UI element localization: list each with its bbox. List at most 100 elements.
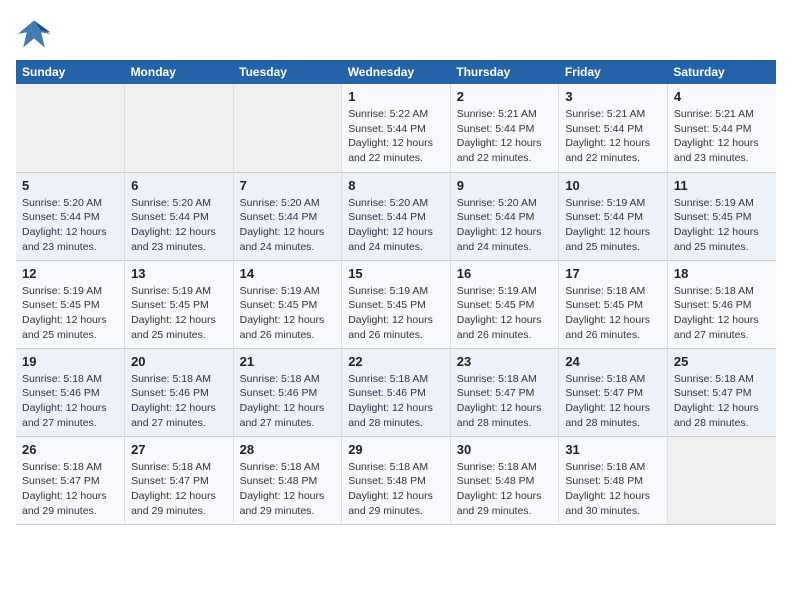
day-number: 27 [131,442,227,457]
calendar-cell: 24 Sunrise: 5:18 AMSunset: 5:47 PMDayligh… [559,348,668,436]
calendar-table: SundayMondayTuesdayWednesdayThursdayFrid… [16,60,776,525]
day-info: Sunrise: 5:18 AMSunset: 5:46 PMDaylight:… [674,284,770,343]
day-number: 13 [131,266,227,281]
day-info: Sunrise: 5:18 AMSunset: 5:48 PMDaylight:… [348,460,444,519]
day-info: Sunrise: 5:18 AMSunset: 5:46 PMDaylight:… [22,372,118,431]
calendar-header: SundayMondayTuesdayWednesdayThursdayFrid… [16,60,776,84]
day-number: 15 [348,266,444,281]
day-number: 16 [457,266,553,281]
weekday-header: Tuesday [233,60,342,84]
day-info: Sunrise: 5:19 AMSunset: 5:45 PMDaylight:… [457,284,553,343]
weekday-header: Wednesday [342,60,451,84]
calendar-week-row: 26 Sunrise: 5:18 AMSunset: 5:47 PMDayligh… [16,436,776,524]
calendar-cell [667,436,776,524]
day-number: 3 [565,89,661,104]
calendar-cell: 19 Sunrise: 5:18 AMSunset: 5:46 PMDayligh… [16,348,125,436]
day-info: Sunrise: 5:22 AMSunset: 5:44 PMDaylight:… [348,107,444,166]
calendar-cell: 9 Sunrise: 5:20 AMSunset: 5:44 PMDaylight… [450,172,559,260]
day-number: 14 [240,266,336,281]
calendar-cell: 26 Sunrise: 5:18 AMSunset: 5:47 PMDayligh… [16,436,125,524]
day-number: 8 [348,178,444,193]
day-number: 18 [674,266,770,281]
calendar-cell: 20Sunrise: 5:18 AMSunset: 5:46 PMDayligh… [125,348,234,436]
day-info: Sunrise: 5:19 AMSunset: 5:45 PMDaylight:… [240,284,336,343]
weekday-header: Thursday [450,60,559,84]
day-number: 29 [348,442,444,457]
logo [16,16,56,52]
calendar-cell: 25Sunrise: 5:18 AMSunset: 5:47 PMDayligh… [667,348,776,436]
day-info: Sunrise: 5:18 AMSunset: 5:47 PMDaylight:… [457,372,553,431]
day-number: 17 [565,266,661,281]
calendar-cell: 17 Sunrise: 5:18 AMSunset: 5:45 PMDayligh… [559,260,668,348]
calendar-cell: 2 Sunrise: 5:21 AMSunset: 5:44 PMDaylight… [450,84,559,172]
day-info: Sunrise: 5:19 AMSunset: 5:45 PMDaylight:… [348,284,444,343]
day-number: 7 [240,178,336,193]
day-number: 24 [565,354,661,369]
calendar-cell: 6Sunrise: 5:20 AMSunset: 5:44 PMDaylight… [125,172,234,260]
day-info: Sunrise: 5:18 AMSunset: 5:48 PMDaylight:… [240,460,336,519]
calendar-cell: 27 Sunrise: 5:18 AMSunset: 5:47 PMDayligh… [125,436,234,524]
day-number: 26 [22,442,118,457]
calendar-cell: 29 Sunrise: 5:18 AMSunset: 5:48 PMDayligh… [342,436,451,524]
calendar-cell: 13 Sunrise: 5:19 AMSunset: 5:45 PMDayligh… [125,260,234,348]
calendar-week-row: 1 Sunrise: 5:22 AMSunset: 5:44 PMDaylight… [16,84,776,172]
calendar-cell: 18 Sunrise: 5:18 AMSunset: 5:46 PMDayligh… [667,260,776,348]
calendar-cell: 1 Sunrise: 5:22 AMSunset: 5:44 PMDaylight… [342,84,451,172]
logo-icon [16,16,52,52]
day-number: 28 [240,442,336,457]
day-number: 11 [674,178,770,193]
day-number: 30 [457,442,553,457]
calendar-cell: 10 Sunrise: 5:19 AMSunset: 5:44 PMDayligh… [559,172,668,260]
calendar-cell: 8 Sunrise: 5:20 AMSunset: 5:44 PMDaylight… [342,172,451,260]
weekday-header: Monday [125,60,234,84]
day-info: Sunrise: 5:20 AMSunset: 5:44 PMDaylight:… [240,196,336,255]
calendar-cell [16,84,125,172]
calendar-cell: 15 Sunrise: 5:19 AMSunset: 5:45 PMDayligh… [342,260,451,348]
day-info: Sunrise: 5:21 AMSunset: 5:44 PMDaylight:… [565,107,661,166]
calendar-cell [233,84,342,172]
day-info: Sunrise: 5:19 AMSunset: 5:45 PMDaylight:… [22,284,118,343]
day-info: Sunrise: 5:18 AMSunset: 5:48 PMDaylight:… [457,460,553,519]
day-number: 31 [565,442,661,457]
day-number: 22 [348,354,444,369]
day-info: Sunrise: 5:21 AMSunset: 5:44 PMDaylight:… [674,107,770,166]
calendar-cell: 12 Sunrise: 5:19 AMSunset: 5:45 PMDayligh… [16,260,125,348]
weekday-header: Saturday [667,60,776,84]
day-info: Sunrise: 5:19 AMSunset: 5:44 PMDaylight:… [565,196,661,255]
day-info: Sunrise: 5:18 AMSunset: 5:47 PMDaylight:… [674,372,770,431]
calendar-week-row: 19 Sunrise: 5:18 AMSunset: 5:46 PMDayligh… [16,348,776,436]
day-info: Sunrise: 5:20 AMSunset: 5:44 PMDaylight:… [457,196,553,255]
day-info: Sunrise: 5:18 AMSunset: 5:46 PMDaylight:… [131,372,227,431]
calendar-cell: 16 Sunrise: 5:19 AMSunset: 5:45 PMDayligh… [450,260,559,348]
day-info: Sunrise: 5:18 AMSunset: 5:45 PMDaylight:… [565,284,661,343]
day-info: Sunrise: 5:19 AMSunset: 5:45 PMDaylight:… [674,196,770,255]
day-info: Sunrise: 5:18 AMSunset: 5:46 PMDaylight:… [348,372,444,431]
day-info: Sunrise: 5:20 AMSunset: 5:44 PMDaylight:… [22,196,118,255]
day-number: 19 [22,354,118,369]
day-number: 10 [565,178,661,193]
day-number: 1 [348,89,444,104]
day-number: 12 [22,266,118,281]
day-number: 6 [131,178,227,193]
calendar-cell: 4Sunrise: 5:21 AMSunset: 5:44 PMDaylight… [667,84,776,172]
calendar-cell: 21 Sunrise: 5:18 AMSunset: 5:46 PMDayligh… [233,348,342,436]
calendar-cell: 7 Sunrise: 5:20 AMSunset: 5:44 PMDaylight… [233,172,342,260]
day-info: Sunrise: 5:18 AMSunset: 5:47 PMDaylight:… [565,372,661,431]
day-info: Sunrise: 5:20 AMSunset: 5:44 PMDaylight:… [348,196,444,255]
day-number: 5 [22,178,118,193]
day-number: 2 [457,89,553,104]
page-header [16,16,776,52]
day-info: Sunrise: 5:18 AMSunset: 5:46 PMDaylight:… [240,372,336,431]
calendar-week-row: 5 Sunrise: 5:20 AMSunset: 5:44 PMDaylight… [16,172,776,260]
calendar-cell: 23 Sunrise: 5:18 AMSunset: 5:47 PMDayligh… [450,348,559,436]
day-info: Sunrise: 5:21 AMSunset: 5:44 PMDaylight:… [457,107,553,166]
day-info: Sunrise: 5:18 AMSunset: 5:47 PMDaylight:… [131,460,227,519]
day-number: 21 [240,354,336,369]
calendar-cell: 31Sunrise: 5:18 AMSunset: 5:48 PMDayligh… [559,436,668,524]
day-info: Sunrise: 5:18 AMSunset: 5:47 PMDaylight:… [22,460,118,519]
calendar-cell: 3 Sunrise: 5:21 AMSunset: 5:44 PMDaylight… [559,84,668,172]
day-number: 9 [457,178,553,193]
calendar-cell: 11 Sunrise: 5:19 AMSunset: 5:45 PMDayligh… [667,172,776,260]
day-info: Sunrise: 5:19 AMSunset: 5:45 PMDaylight:… [131,284,227,343]
day-number: 23 [457,354,553,369]
